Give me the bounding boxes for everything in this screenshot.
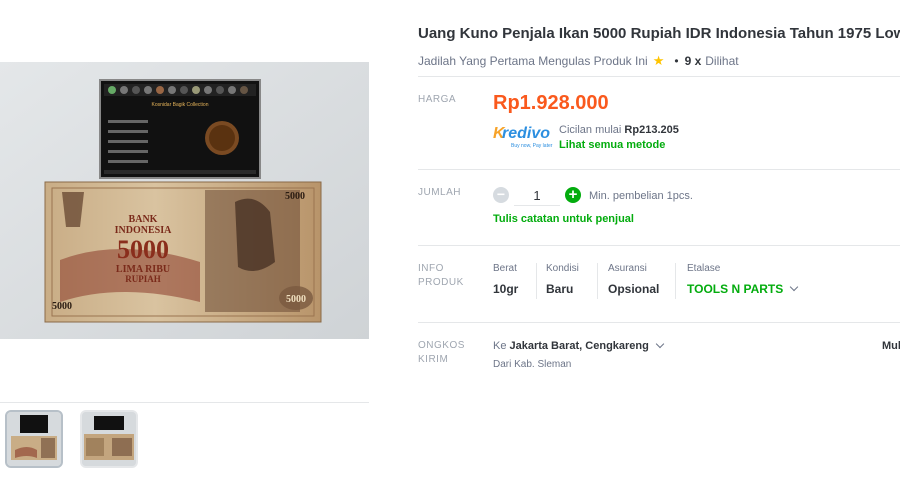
info-etalase: Etalase TOOLS N PARTS [687, 263, 799, 296]
chevron-down-icon [655, 339, 665, 349]
gallery-divider [0, 402, 369, 403]
installment-info: Cicilan mulai Rp213.205 [559, 124, 679, 136]
svg-text:5000: 5000 [285, 191, 305, 202]
info-insurance: Asuransi Opsional [608, 263, 659, 296]
info-divider [675, 263, 676, 299]
product-title: Uang Kuno Penjala Ikan 5000 Rupiah IDR I… [418, 25, 900, 42]
info-header: Asuransi [608, 263, 647, 274]
star-icon: ★ [652, 53, 665, 68]
shipping-destination-selector[interactable]: Ke Jakarta Barat, Cengkareng [493, 339, 665, 352]
info-value: Opsional [608, 282, 660, 296]
info-header: Kondisi [546, 263, 579, 274]
quantity-input[interactable] [514, 186, 560, 206]
shipping-label-line1: ONGKOS [418, 340, 465, 351]
min-purchase-text: Min. pembelian 1pcs. [589, 190, 693, 202]
info-header: Etalase [687, 263, 721, 274]
kredivo-logo: K redivo Buy now, Pay later [493, 125, 553, 149]
etalase-value: TOOLS N PARTS [687, 282, 784, 296]
svg-text:5000: 5000 [286, 294, 306, 305]
thumbnail-image [82, 412, 136, 466]
shipping-origin: Dari Kab. Sleman [493, 359, 572, 370]
product-meta: Jadilah Yang Pertama Mengulas Produk Ini… [418, 53, 739, 69]
kredivo-tagline: Buy now, Pay later [511, 143, 553, 149]
all-payment-methods-link[interactable]: Lihat semua metode [559, 139, 665, 151]
svg-text:BANK: BANK [129, 214, 158, 225]
thumbnail-2[interactable] [80, 410, 138, 468]
shipping-to-location: Jakarta Barat, Cengkareng [509, 340, 649, 352]
svg-text:Kosnidar Bagik Collection: Kosnidar Bagik Collection [152, 102, 209, 108]
banknote-photo: Kosnidar Bagik Collection BANK INDONESIA… [0, 62, 369, 339]
views-label: Dilihat [705, 54, 739, 68]
installment-prefix: Cicilan mulai [559, 124, 622, 136]
divider [418, 76, 900, 77]
shipping-to-prefix: Ke [493, 340, 507, 352]
review-prompt[interactable]: Jadilah Yang Pertama Mengulas Produk Ini [418, 54, 648, 68]
shipping-price-cut: Mul [882, 340, 900, 352]
chevron-down-icon [789, 282, 799, 292]
info-header: Berat [493, 263, 517, 274]
info-value: 10gr [493, 282, 519, 296]
info-divider [536, 263, 537, 299]
separator-dot: • [674, 54, 679, 68]
quantity-minus-button[interactable]: − [493, 187, 509, 203]
info-condition: Kondisi Baru [546, 263, 579, 296]
svg-text:5000: 5000 [117, 235, 169, 264]
product-gallery: Kosnidar Bagik Collection BANK INDONESIA… [0, 0, 372, 503]
seller-note-link[interactable]: Tulis catatan untuk penjual [493, 213, 634, 225]
quantity-plus-button[interactable]: + [565, 187, 581, 203]
shipping-label-line2: KIRIM [418, 354, 449, 365]
info-label-line2: PRODUK [418, 277, 464, 288]
divider [418, 169, 900, 170]
thumbnail-image [7, 412, 61, 466]
svg-text:5000: 5000 [52, 301, 72, 312]
product-price: Rp1.928.000 [493, 92, 609, 114]
etalase-link[interactable]: TOOLS N PARTS [687, 282, 799, 296]
shipping-label: ONGKOS KIRIM [418, 339, 465, 367]
thumbnail-1[interactable] [5, 410, 63, 468]
installment-value: Rp213.205 [624, 124, 679, 136]
quantity-label: JUMLAH [418, 187, 462, 198]
divider [418, 245, 900, 246]
divider [418, 322, 900, 323]
price-label: HARGA [418, 94, 457, 105]
info-value: Baru [546, 282, 574, 296]
info-produk-label: INFO PRODUK [418, 262, 464, 290]
info-divider [597, 263, 598, 299]
svg-text:RUPIAH: RUPIAH [125, 274, 161, 284]
info-label-line1: INFO [418, 263, 444, 274]
product-main-image[interactable]: Kosnidar Bagik Collection BANK INDONESIA… [0, 62, 369, 339]
kredivo-logo-text: redivo [502, 125, 551, 142]
info-weight: Berat 10gr [493, 263, 518, 296]
views-count: 9 x [684, 54, 702, 68]
